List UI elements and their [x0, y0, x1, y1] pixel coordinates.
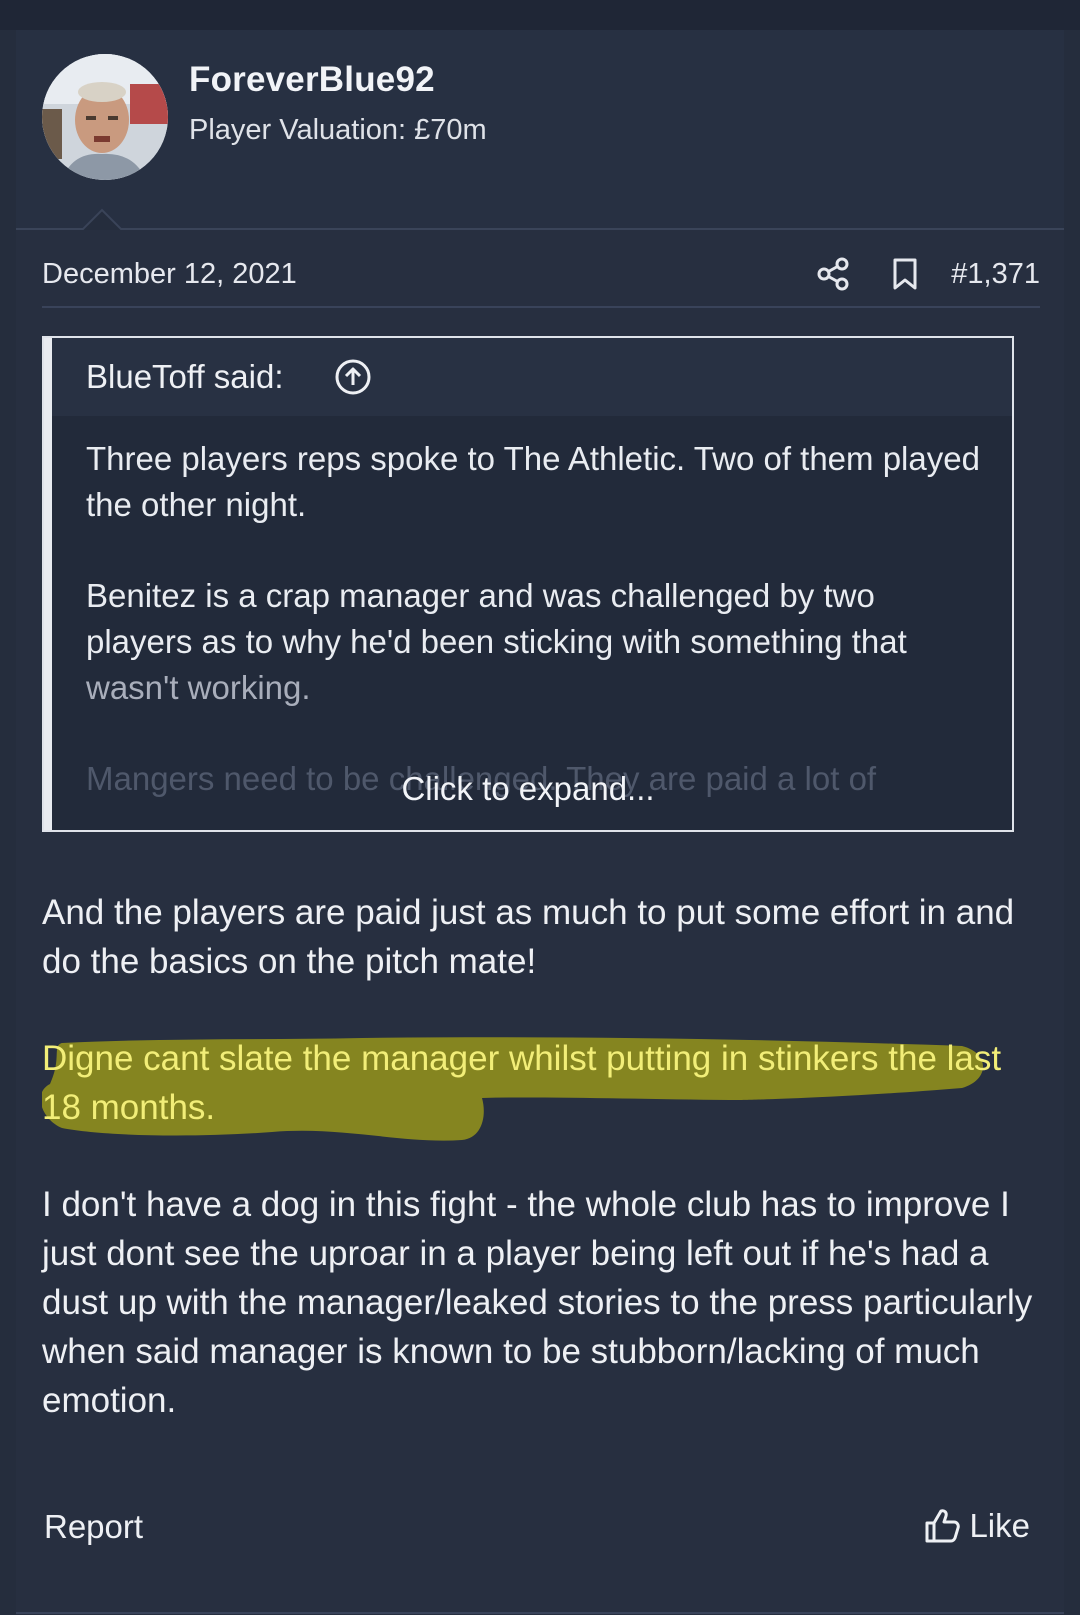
post-card: ForeverBlue92 Player Valuation: £70m Dec… [16, 30, 1064, 1615]
username[interactable]: ForeverBlue92 [189, 60, 435, 100]
click-to-expand[interactable]: Click to expand... [44, 770, 1012, 808]
user-header: ForeverBlue92 Player Valuation: £70m [16, 30, 1064, 230]
quote-paragraph: Three players reps spoke to The Athletic… [86, 440, 980, 523]
header-pointer [82, 208, 122, 230]
post-date[interactable]: December 12, 2021 [42, 258, 297, 291]
quote-paragraph: Benitez is a crap manager and was challe… [86, 577, 907, 660]
avatar[interactable] [42, 54, 168, 180]
body-paragraph: And the players are paid just as much to… [42, 893, 1015, 981]
forum-page: ForeverBlue92 Player Valuation: £70m Dec… [0, 0, 1080, 1615]
arrow-up-circle-icon[interactable] [334, 358, 372, 396]
like-label: Like [969, 1507, 1030, 1544]
quote-bar [44, 338, 52, 830]
post-number[interactable]: #1,371 [951, 258, 1040, 291]
thumbs-up-icon [925, 1509, 961, 1543]
divider [16, 1612, 1064, 1614]
bookmark-icon[interactable] [887, 256, 923, 292]
quote-paragraph: wasn't working. [86, 669, 311, 706]
top-strip [0, 0, 1080, 30]
quote-author[interactable]: BlueToff said: [86, 358, 284, 396]
report-link[interactable]: Report [44, 1508, 143, 1546]
player-valuation: Player Valuation: £70m [189, 114, 487, 146]
like-button[interactable]: Like [923, 1504, 1030, 1548]
body-paragraph-highlighted: Digne cant slate the manager whilst putt… [42, 1039, 1002, 1127]
body-paragraph: I don't have a dog in this fight - the w… [42, 1185, 1033, 1420]
share-icon[interactable] [815, 256, 851, 292]
quote-header: BlueToff said: [52, 338, 1012, 416]
quote-block: BlueToff said: Three players reps spoke … [42, 336, 1014, 832]
post-meta: December 12, 2021 #1,371 [42, 252, 1040, 308]
